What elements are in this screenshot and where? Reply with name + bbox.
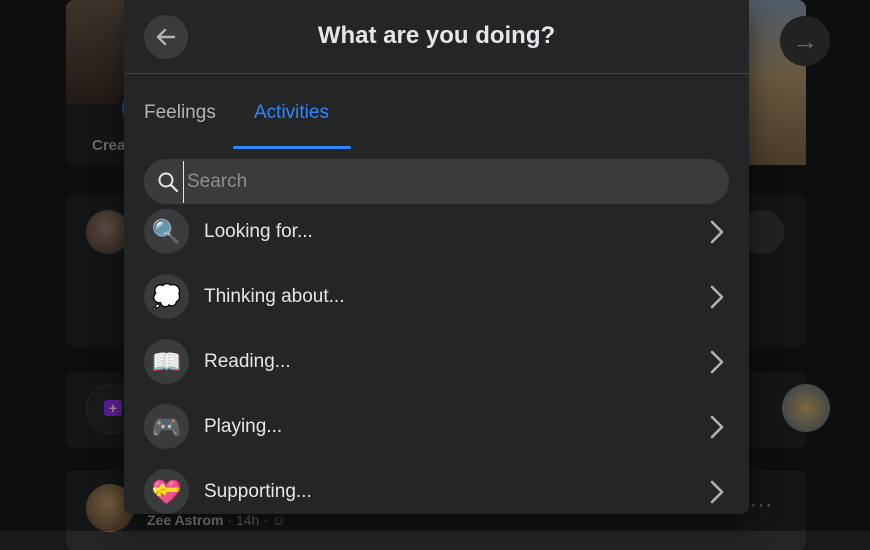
activity-picker-dialog: What are you doing? Feelings Activities … xyxy=(124,0,749,514)
activity-label: Playing... xyxy=(204,416,283,437)
open-book-icon: 📖 xyxy=(144,339,189,384)
chevron-right-icon xyxy=(710,285,724,309)
tab-activities[interactable]: Activities xyxy=(254,102,329,124)
game-controller-icon: 🎮 xyxy=(144,404,189,449)
activity-label: Looking for... xyxy=(204,221,313,242)
activity-label: Reading... xyxy=(204,351,291,372)
chevron-right-icon xyxy=(710,350,724,374)
chevron-right-icon xyxy=(710,480,724,504)
hand-heart-icon: 💝 xyxy=(144,469,189,514)
search-icon xyxy=(157,171,179,193)
activity-item-playing[interactable]: 🎮 Playing... xyxy=(124,394,749,459)
tab-feelings[interactable]: Feelings xyxy=(144,102,216,124)
dialog-title: What are you doing? xyxy=(317,22,556,49)
magnifying-glass-icon: 🔍 xyxy=(144,209,189,254)
activity-item-looking-for[interactable]: 🔍 Looking for... xyxy=(124,199,749,264)
activity-item-reading[interactable]: 📖 Reading... xyxy=(124,329,749,394)
search-input[interactable] xyxy=(183,160,709,203)
dialog-header: What are you doing? xyxy=(124,0,749,74)
active-tab-indicator xyxy=(233,146,351,149)
tab-bar: Feelings Activities xyxy=(124,74,749,150)
activity-item-thinking-about[interactable]: 💭 Thinking about... xyxy=(124,264,749,329)
activity-list: 🔍 Looking for... 💭 Thinking about... 📖 R… xyxy=(124,199,749,514)
chevron-right-icon xyxy=(710,415,724,439)
thought-bubble-icon: 💭 xyxy=(144,274,189,319)
search-box[interactable] xyxy=(144,159,729,204)
activity-label: Thinking about... xyxy=(204,286,345,307)
chevron-right-icon xyxy=(710,220,724,244)
activity-item-supporting[interactable]: 💝 Supporting... xyxy=(124,459,749,514)
activity-label: Supporting... xyxy=(204,481,312,502)
